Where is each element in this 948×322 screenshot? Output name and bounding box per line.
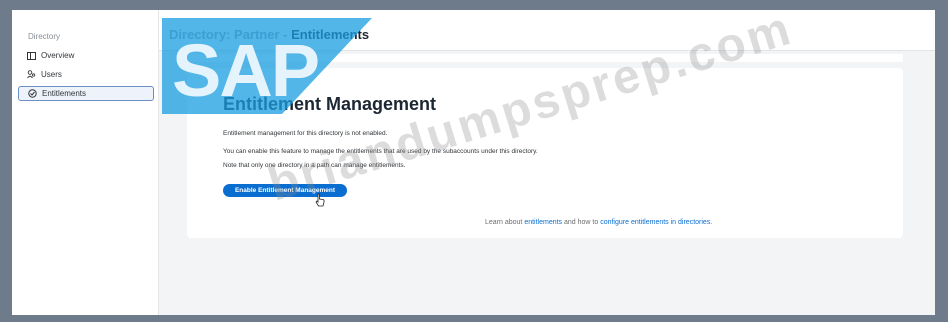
page-title: Directory: Partner - Entitlements bbox=[169, 27, 369, 42]
card-title: Entitlement Management bbox=[223, 94, 437, 114]
app-window: Directory Overview Users Entitlements Di… bbox=[12, 10, 935, 315]
breadcrumb-prefix: Directory: Partner - bbox=[169, 27, 292, 42]
content-strip bbox=[187, 54, 903, 62]
description-text: You can enable this feature to manage th… bbox=[223, 148, 538, 155]
sidebar-item-label: Overview bbox=[41, 51, 75, 60]
bottom-area bbox=[159, 250, 935, 302]
sidebar-item-entitlements[interactable]: Entitlements bbox=[18, 86, 154, 101]
title-bar: Directory: Partner - Entitlements bbox=[159, 10, 935, 51]
sidebar-item-users[interactable]: Users bbox=[18, 67, 154, 82]
status-text: Entitlement management for this director… bbox=[223, 130, 388, 137]
sidebar-item-label: Entitlements bbox=[42, 89, 87, 98]
sidebar-item-overview[interactable]: Overview bbox=[18, 48, 154, 63]
sidebar-item-label: Users bbox=[41, 70, 62, 79]
learn-more-text: Learn about entitlements and how to conf… bbox=[485, 219, 712, 226]
learn-prefix: Learn about bbox=[485, 219, 525, 226]
sidebar: Directory Overview Users Entitlements bbox=[12, 10, 159, 315]
enable-entitlement-management-button[interactable]: Enable Entitlement Management bbox=[223, 184, 347, 197]
learn-suffix: . bbox=[710, 219, 713, 226]
entitlement-card: Entitlement Management Entitlement manag… bbox=[187, 68, 903, 238]
configure-entitlements-link[interactable]: configure entitlements in directories bbox=[600, 219, 710, 226]
sidebar-header: Directory bbox=[28, 32, 61, 41]
entitlements-icon bbox=[27, 89, 37, 99]
hand-cursor-icon bbox=[315, 193, 325, 207]
main-content: Directory: Partner - Entitlements Entitl… bbox=[159, 10, 935, 315]
breadcrumb-current: Entitlements bbox=[291, 27, 370, 42]
entitlements-link[interactable]: entitlements bbox=[524, 219, 562, 226]
learn-middle: and how to bbox=[562, 219, 601, 226]
note-text: Note that only one directory in a path c… bbox=[223, 162, 406, 169]
overview-icon bbox=[26, 51, 36, 61]
users-icon bbox=[26, 70, 36, 80]
